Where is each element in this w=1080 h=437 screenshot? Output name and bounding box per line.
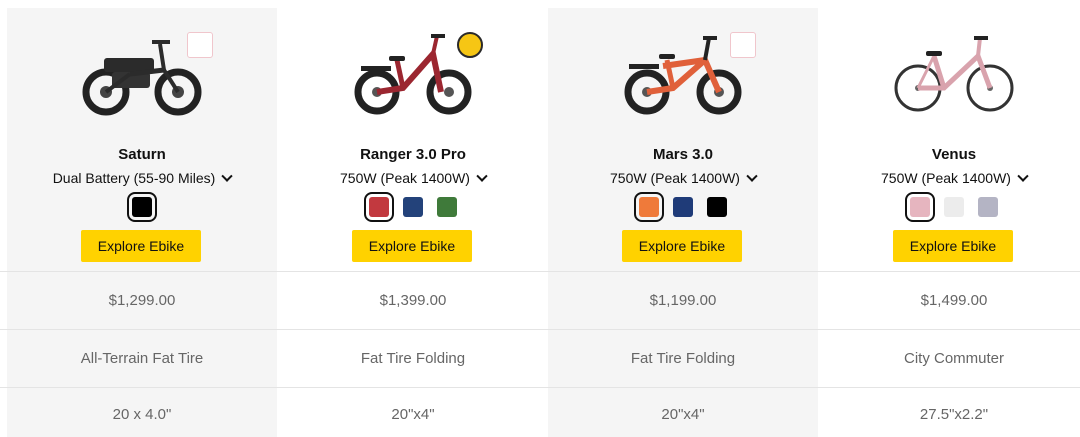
ebike-comparison: Saturn Dual Battery (55-90 Miles) Explor…	[0, 0, 1080, 437]
variant-select[interactable]: 750W (Peak 1400W)	[278, 170, 548, 186]
tire-size-cell: 20"x4"	[661, 406, 705, 423]
color-swatches	[278, 192, 548, 222]
price-cell: $1,499.00	[920, 292, 988, 309]
best-seller-badge-icon	[457, 32, 483, 58]
color-swatch-blue[interactable]	[673, 197, 693, 217]
color-swatches	[819, 192, 1080, 222]
price-cell: $1,299.00	[108, 292, 176, 309]
explore-ebike-button[interactable]: Explore Ebike	[893, 230, 1013, 262]
bike-image-mars[interactable]	[548, 30, 818, 130]
award-badge-icon	[730, 32, 756, 58]
bike-icon	[894, 36, 1014, 112]
tire-size-cell: 20"x4"	[391, 406, 435, 423]
category-cell: City Commuter	[903, 350, 1004, 367]
variant-label: 750W (Peak 1400W)	[610, 170, 740, 186]
color-swatch-pink[interactable]	[905, 192, 935, 222]
tire-size-cell: 27.5"x2.2"	[919, 406, 989, 423]
tire-size-cell: 20 x 4.0"	[112, 406, 172, 423]
award-badge-icon	[187, 32, 213, 58]
color-swatch-red[interactable]	[364, 192, 394, 222]
product-name: Saturn	[118, 146, 166, 163]
product-column-mars: Mars 3.0 750W (Peak 1400W) Explore Ebike	[548, 8, 818, 437]
chevron-down-icon	[746, 170, 758, 182]
color-swatch-white[interactable]	[944, 197, 964, 217]
bike-image-venus[interactable]	[819, 30, 1080, 130]
product-name: Venus	[931, 146, 977, 163]
color-swatches	[548, 192, 818, 222]
explore-ebike-button[interactable]: Explore Ebike	[81, 230, 201, 262]
explore-ebike-button[interactable]: Explore Ebike	[622, 230, 742, 262]
variant-label: 750W (Peak 1400W)	[881, 170, 1011, 186]
chevron-down-icon	[476, 170, 488, 182]
color-swatch-orange[interactable]	[634, 192, 664, 222]
bike-icon	[624, 36, 742, 115]
price-cell: $1,399.00	[379, 292, 447, 309]
bike-image-saturn[interactable]	[7, 30, 277, 130]
variant-label: 750W (Peak 1400W)	[340, 170, 470, 186]
row-divider	[0, 271, 1080, 272]
category-cell: Fat Tire Folding	[630, 350, 736, 367]
color-swatch-black[interactable]	[707, 197, 727, 217]
color-swatch-black[interactable]	[127, 192, 157, 222]
bike-image-ranger[interactable]	[278, 30, 548, 130]
price-cell: $1,199.00	[649, 292, 717, 309]
color-swatch-blue[interactable]	[403, 197, 423, 217]
variant-label: Dual Battery (55-90 Miles)	[52, 170, 216, 186]
bike-icon	[82, 40, 202, 116]
variant-select[interactable]: 750W (Peak 1400W)	[819, 170, 1080, 186]
category-cell: Fat Tire Folding	[360, 350, 466, 367]
chevron-down-icon	[221, 170, 233, 182]
color-swatch-green[interactable]	[437, 197, 457, 217]
color-swatch-lavender[interactable]	[978, 197, 998, 217]
bike-icon	[354, 34, 472, 115]
row-divider	[0, 329, 1080, 330]
product-name: Mars 3.0	[652, 146, 714, 163]
variant-select[interactable]: 750W (Peak 1400W)	[548, 170, 818, 186]
row-divider	[0, 387, 1080, 388]
color-swatches	[7, 192, 277, 222]
category-cell: All-Terrain Fat Tire	[80, 350, 204, 367]
variant-select[interactable]: Dual Battery (55-90 Miles)	[7, 170, 277, 186]
product-column-saturn: Saturn Dual Battery (55-90 Miles) Explor…	[7, 8, 277, 437]
product-column-ranger: Ranger 3.0 Pro 750W (Peak 1400W) Explore…	[278, 8, 548, 437]
explore-ebike-button[interactable]: Explore Ebike	[352, 230, 472, 262]
product-name: Ranger 3.0 Pro	[360, 146, 466, 163]
chevron-down-icon	[1017, 170, 1029, 182]
product-column-venus: Venus 750W (Peak 1400W) Explore Ebike	[819, 8, 1080, 437]
